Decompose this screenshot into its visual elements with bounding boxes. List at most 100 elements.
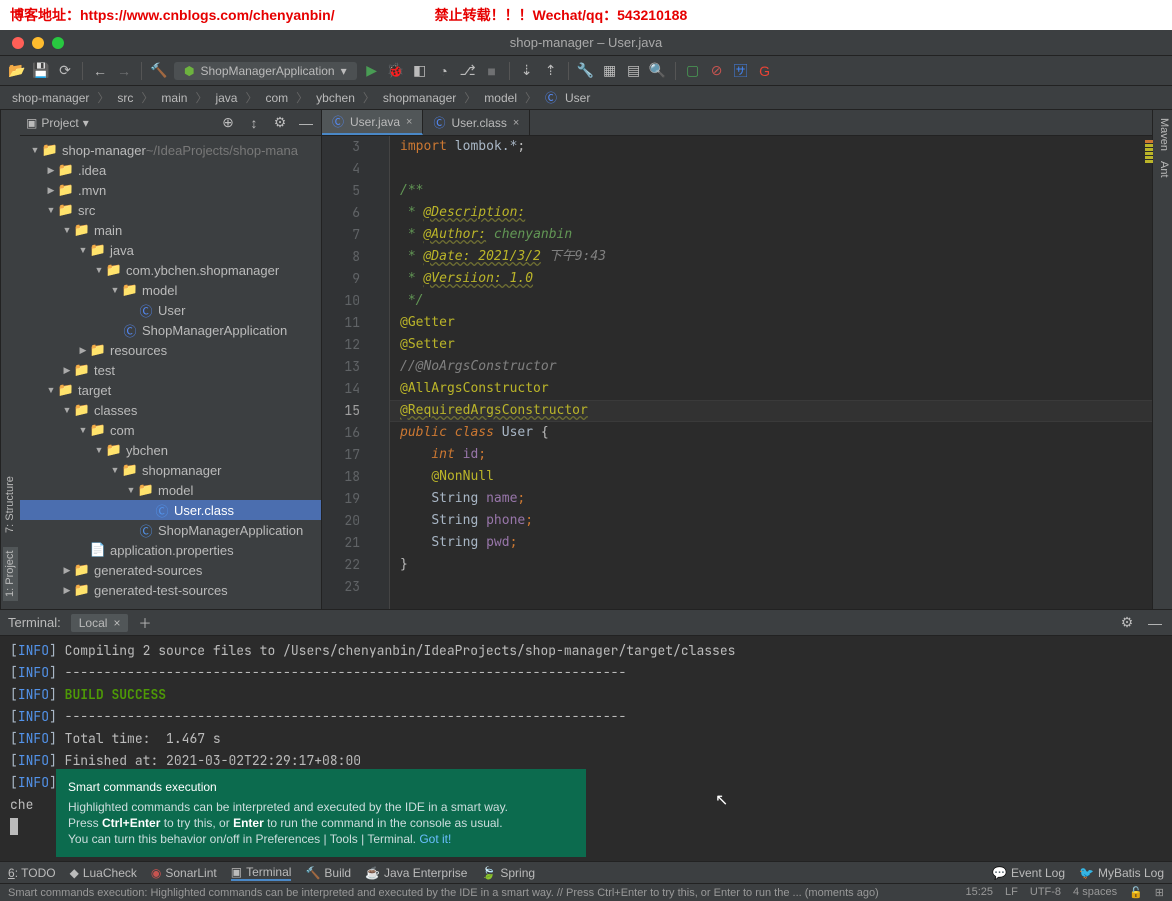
- close-icon[interactable]: ×: [113, 616, 120, 630]
- gear-icon[interactable]: ⚙: [1118, 614, 1136, 632]
- breadcrumb-item[interactable]: shopmanager: [379, 91, 460, 105]
- tree-item[interactable]: ⒸUser: [20, 300, 321, 320]
- traffic-lights[interactable]: [0, 37, 64, 49]
- code-area[interactable]: import lombok.*; /** * @Description: * @…: [390, 136, 1152, 609]
- tab-maven[interactable]: Maven: [1155, 118, 1170, 151]
- tree-item[interactable]: ▶📁generated-sources: [20, 560, 321, 580]
- tree-item[interactable]: ▶📁.idea: [20, 160, 321, 180]
- tool-tab[interactable]: 6: TODO: [8, 866, 56, 880]
- tree-item[interactable]: ▼📁main: [20, 220, 321, 240]
- add-tab-icon[interactable]: ＋: [138, 613, 151, 632]
- watermark-banner: 博客地址：https://www.cnblogs.com/chenyanbin/…: [0, 0, 1172, 30]
- tree-item[interactable]: ▼📁com: [20, 420, 321, 440]
- breadcrumb-item[interactable]: com: [261, 91, 292, 105]
- hammer-icon[interactable]: 🔨: [150, 62, 168, 80]
- close-window-icon[interactable]: [12, 37, 24, 49]
- breadcrumb[interactable]: shop-manager〉src〉main〉java〉com〉ybchen〉sh…: [0, 86, 1172, 110]
- zoom-window-icon[interactable]: [52, 37, 64, 49]
- project-tree[interactable]: ▼📁shop-manager ~/IdeaProjects/shop-mana▶…: [20, 136, 321, 609]
- vcs-commit-icon[interactable]: ⇡: [542, 62, 560, 80]
- line-separator[interactable]: LF: [1005, 886, 1018, 899]
- breadcrumb-item[interactable]: main: [157, 91, 191, 105]
- tree-item[interactable]: ▼📁model: [20, 480, 321, 500]
- cursor-position[interactable]: 15:25: [966, 886, 994, 899]
- tree-item[interactable]: ▼📁model: [20, 280, 321, 300]
- tool-tab[interactable]: 🍃Spring: [481, 866, 535, 880]
- debug-icon[interactable]: 🐞: [387, 62, 405, 80]
- tree-item[interactable]: ⒸUser.class: [20, 500, 321, 520]
- tree-item[interactable]: ⒸShopManagerApplication: [20, 520, 321, 540]
- breadcrumb-item[interactable]: ybchen: [312, 91, 359, 105]
- attach-icon[interactable]: ⎇: [459, 62, 477, 80]
- target-icon[interactable]: ⊕: [219, 114, 237, 132]
- tree-item[interactable]: 📄application.properties: [20, 540, 321, 560]
- close-icon[interactable]: ×: [406, 116, 412, 128]
- expand-icon[interactable]: ↕: [245, 114, 263, 132]
- indent-status[interactable]: 4 spaces: [1073, 886, 1117, 899]
- tree-item[interactable]: ⒸShopManagerApplication: [20, 320, 321, 340]
- google-icon[interactable]: G: [756, 62, 774, 80]
- project-view-selector[interactable]: ▣ Project ▾: [26, 116, 89, 130]
- fold-column[interactable]: [370, 136, 390, 609]
- tool-tab[interactable]: ☕Java Enterprise: [365, 866, 467, 880]
- tree-item[interactable]: ▼📁shop-manager ~/IdeaProjects/shop-mana: [20, 140, 321, 160]
- vcs-update-icon[interactable]: ⇣: [518, 62, 536, 80]
- forward-icon[interactable]: →: [115, 62, 133, 80]
- gear-icon[interactable]: ⚙: [271, 114, 289, 132]
- tool-tab[interactable]: ◆LuaCheck: [70, 866, 137, 880]
- tree-item[interactable]: ▼📁src: [20, 200, 321, 220]
- open-icon[interactable]: 📂: [8, 62, 26, 80]
- tree-item[interactable]: ▼📁ybchen: [20, 440, 321, 460]
- breadcrumb-item[interactable]: User: [561, 91, 594, 105]
- tree-item[interactable]: ▼📁shopmanager: [20, 460, 321, 480]
- search-icon[interactable]: 🔍: [649, 62, 667, 80]
- run-icon[interactable]: ▶: [363, 62, 381, 80]
- tree-item[interactable]: ▼📁classes: [20, 400, 321, 420]
- back-icon[interactable]: ←: [91, 62, 109, 80]
- stop-icon[interactable]: ■: [483, 62, 501, 80]
- tree-item[interactable]: ▶📁generated-test-sources: [20, 580, 321, 600]
- tool-tab[interactable]: ▣Terminal: [231, 865, 292, 881]
- coverage-icon[interactable]: ◧: [411, 62, 429, 80]
- tree-item[interactable]: ▼📁java: [20, 240, 321, 260]
- breadcrumb-item[interactable]: shop-manager: [8, 91, 93, 105]
- tool-tab[interactable]: 💬Event Log: [992, 866, 1065, 880]
- sync-icon[interactable]: ⟳: [56, 62, 74, 80]
- tool-tab[interactable]: 🔨Build: [305, 866, 351, 880]
- translate-icon[interactable]: 🈂: [732, 62, 750, 80]
- breadcrumb-item[interactable]: src: [113, 91, 137, 105]
- misc1-icon[interactable]: ▢: [684, 62, 702, 80]
- tab-structure[interactable]: 7: Structure: [3, 472, 18, 537]
- readonly-icon[interactable]: 🔓: [1129, 886, 1143, 899]
- structure-icon[interactable]: ▤: [625, 62, 643, 80]
- tool-tab[interactable]: ◉SonarLint: [151, 866, 217, 880]
- file-encoding[interactable]: UTF-8: [1030, 886, 1061, 899]
- hide-icon[interactable]: —: [1146, 614, 1164, 632]
- editor-tab[interactable]: ⒸUser.class×: [423, 110, 530, 135]
- breadcrumb-item[interactable]: model: [480, 91, 521, 105]
- editor-tab[interactable]: ⒸUser.java×: [322, 110, 423, 135]
- tree-item[interactable]: ▶📁test: [20, 360, 321, 380]
- got-it-link[interactable]: Got it!: [419, 832, 451, 846]
- tab-project[interactable]: 1: Project: [3, 547, 18, 601]
- tab-ant[interactable]: Ant: [1155, 161, 1170, 178]
- tree-item[interactable]: ▼📁target: [20, 380, 321, 400]
- minimize-window-icon[interactable]: [32, 37, 44, 49]
- misc2-icon[interactable]: ⊘: [708, 62, 726, 80]
- terminal-tab-local[interactable]: Local ×: [71, 614, 129, 632]
- tree-item[interactable]: ▶📁.mvn: [20, 180, 321, 200]
- wrench-icon[interactable]: 🔧: [577, 62, 595, 80]
- tool-tab[interactable]: 🐦MyBatis Log: [1079, 866, 1164, 880]
- restclient-icon[interactable]: ▦: [601, 62, 619, 80]
- goto-line-icon[interactable]: ⊞: [1155, 886, 1164, 899]
- close-icon[interactable]: ×: [513, 117, 519, 129]
- tree-item[interactable]: ▶📁resources: [20, 340, 321, 360]
- line-gutter[interactable]: 34567891011121314151617181920212223: [322, 136, 370, 609]
- terminal-header: Terminal: Local × ＋ ⚙ —: [0, 610, 1172, 636]
- hide-icon[interactable]: —: [297, 114, 315, 132]
- save-icon[interactable]: 💾: [32, 62, 50, 80]
- breadcrumb-item[interactable]: java: [211, 91, 241, 105]
- profile-icon[interactable]: ◔: [435, 62, 453, 80]
- tree-item[interactable]: ▼📁com.ybchen.shopmanager: [20, 260, 321, 280]
- run-config-selector[interactable]: ⬢ ShopManagerApplication ▾: [174, 62, 357, 80]
